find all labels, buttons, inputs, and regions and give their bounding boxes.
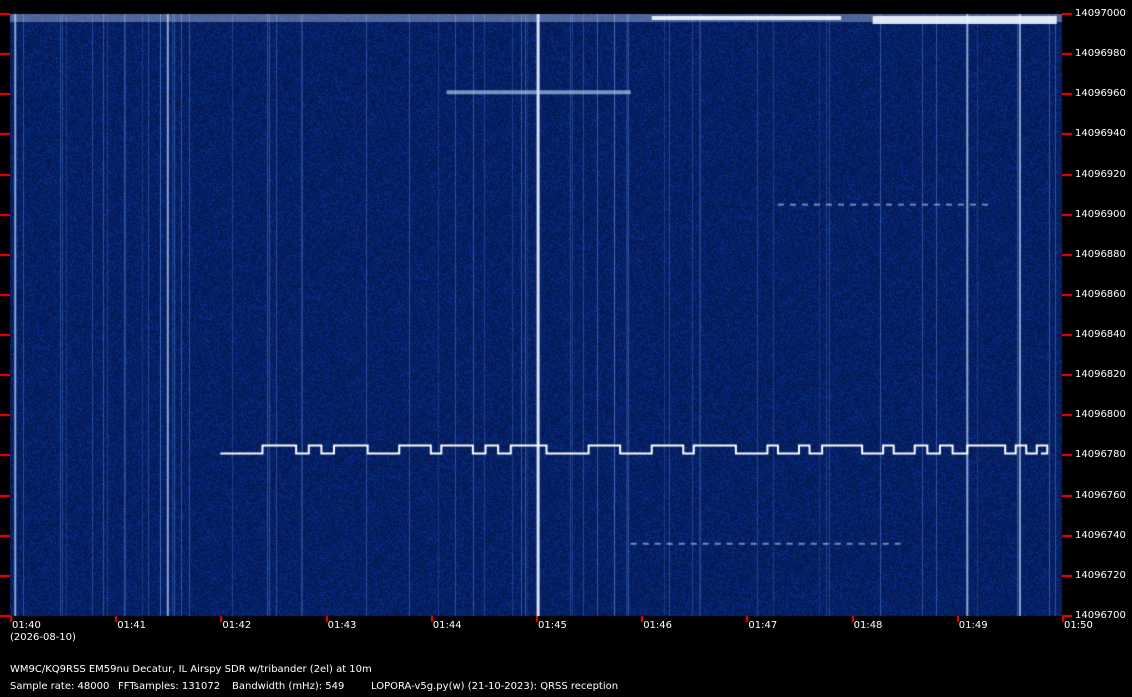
software-info: LOPORA-v5g.py(w) (21-10-2023): QRSS rece… [371,681,619,692]
y-tick-label: 14096900 [1075,208,1126,220]
y-tick-label: 14096940 [1075,128,1126,140]
x-tick-label: 01:48 [853,620,883,631]
x-tick-label: 01:41 [117,620,147,631]
sample-rate: Sample rate: 48000 [10,681,110,692]
x-tick-label: 01:50 [1064,620,1093,631]
x-tick-label: 01:42 [222,620,252,631]
y-tick-label: 14096920 [1075,168,1126,180]
x-tick-label: 01:49 [958,620,988,631]
date-label: (2026-08-10) [10,632,76,643]
y-tick-label: 14096860 [1075,288,1126,300]
y-tick-label: 14096980 [1075,48,1126,60]
y-tick-label: 14096960 [1075,88,1126,100]
y-tick-label: 14096880 [1075,248,1126,260]
x-tick-label: 01:47 [748,620,778,631]
x-tick-label: 01:45 [538,620,567,631]
y-tick-label: 14096840 [1075,329,1126,341]
y-tick-label: 14096760 [1075,489,1126,501]
y-tick-label: 14096720 [1075,569,1126,581]
bandwidth: Bandwidth (mHz): 549 [232,681,345,692]
x-tick-label: 01:46 [643,620,673,631]
y-tick-label: 14096800 [1075,409,1126,421]
x-tick-label: 01:40 [12,620,41,631]
x-tick-label: 01:44 [432,620,462,631]
y-tick-label: 14096740 [1075,529,1126,541]
fft-samples: FFTsamples: 131072 [118,681,221,692]
x-tick-label: 01:43 [327,620,357,631]
waterfall-canvas [0,0,1132,697]
y-tick-label: 14096780 [1075,449,1126,461]
station-info: WM9C/KQ9RSS EM59nu Decatur, IL Airspy SD… [10,664,372,675]
y-tick-label: 14096820 [1075,369,1126,381]
y-tick-label: 14097000 [1075,8,1126,19]
